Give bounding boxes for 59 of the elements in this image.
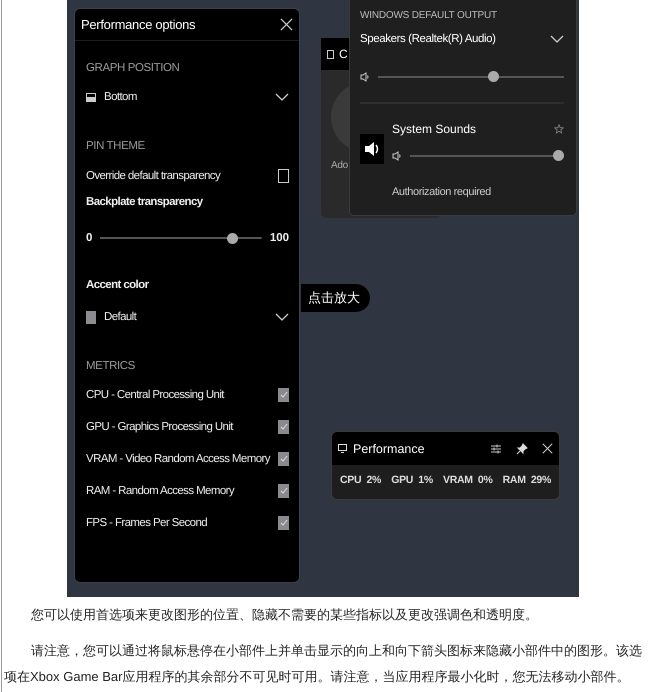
slider-max: 100 xyxy=(270,232,289,244)
check-icon xyxy=(280,519,288,527)
close-icon[interactable] xyxy=(542,443,553,454)
check-icon xyxy=(280,487,288,495)
check-icon xyxy=(280,391,288,399)
checkbox[interactable] xyxy=(278,452,289,466)
chevron-down-icon xyxy=(550,34,564,44)
slider-thumb[interactable] xyxy=(553,150,564,161)
monitor-icon xyxy=(338,444,347,453)
widget-title: C xyxy=(339,47,348,61)
checkbox[interactable] xyxy=(278,388,289,402)
metric-label: RAM - Random Access Memory xyxy=(86,485,234,497)
checkbox[interactable] xyxy=(278,484,289,498)
metric-label: FPS - Frames Per Second xyxy=(86,517,208,529)
check-icon xyxy=(280,455,288,463)
color-dropdown[interactable]: Default xyxy=(86,308,289,326)
paragraph: 请注意，您可以通过将鼠标悬停在小部件上并单击显示的向上和向下箭头图标来隐藏小部件中的图形。该选项在Xbox Game Bar应用程序的其余部分不可见时可用。请注意，当应用程序最小化时，您无法移动小部件。 xyxy=(3,642,643,686)
option-label: Override default transparency xyxy=(86,170,220,182)
chevron-down-icon xyxy=(275,92,289,102)
section-heading: WINDOWS DEFAULT OUTPUT xyxy=(360,10,498,21)
zoom-tooltip[interactable]: 点击放大 xyxy=(301,284,370,312)
checkbox[interactable] xyxy=(278,420,289,434)
speaker-icon xyxy=(360,72,370,82)
close-icon[interactable] xyxy=(280,18,293,31)
position-dropdown[interactable]: Bottom xyxy=(86,88,289,106)
slider-min: 0 xyxy=(86,232,92,244)
widget-icon xyxy=(327,50,334,58)
metric-label: GPU - Graphics Processing Unit xyxy=(86,421,233,433)
checkbox[interactable] xyxy=(278,516,289,530)
stat-reading: CPU 2% xyxy=(340,474,382,486)
metric-label: CPU - Central Processing Unit xyxy=(86,389,224,401)
stat-reading: GPU 1% xyxy=(391,474,433,486)
widget-title: Performance xyxy=(353,442,426,456)
option-label: Accent color xyxy=(86,279,148,291)
notice-text: Authorization required xyxy=(392,186,492,198)
widget-text: Ado xyxy=(331,160,349,171)
section-heading: PIN THEME xyxy=(86,140,146,152)
speaker-icon xyxy=(392,150,402,160)
pin-icon[interactable] xyxy=(516,442,528,454)
layout-icon xyxy=(86,92,96,102)
section-heading: GRAPH POSITION xyxy=(86,62,180,74)
chevron-down-icon xyxy=(275,312,289,322)
stat-reading: VRAM 0% xyxy=(442,474,493,486)
panel-title: Performance options xyxy=(81,17,196,32)
slider-thumb[interactable] xyxy=(488,71,500,82)
section-heading: METRICS xyxy=(86,360,136,372)
color-swatch xyxy=(86,310,96,324)
stat-reading: RAM 29% xyxy=(502,474,551,486)
paragraph: 您可以使用首选项来更改图形的位置、隐藏不需要的某些指标以及更改强调色和透明度。 xyxy=(30,606,539,624)
slider-thumb[interactable] xyxy=(226,232,238,244)
check-icon xyxy=(280,423,288,431)
speaker-icon xyxy=(360,134,384,164)
sliders-icon[interactable] xyxy=(490,442,502,454)
checkbox[interactable] xyxy=(278,169,289,183)
device-name[interactable]: Speakers (Realtek(R) Audio) xyxy=(360,33,496,45)
star-icon[interactable] xyxy=(554,124,564,134)
metric-label: VRAM - Video Random Access Memory xyxy=(86,453,270,465)
app-name: System Sounds xyxy=(392,122,476,136)
option-label: Backplate transparency xyxy=(86,196,203,208)
